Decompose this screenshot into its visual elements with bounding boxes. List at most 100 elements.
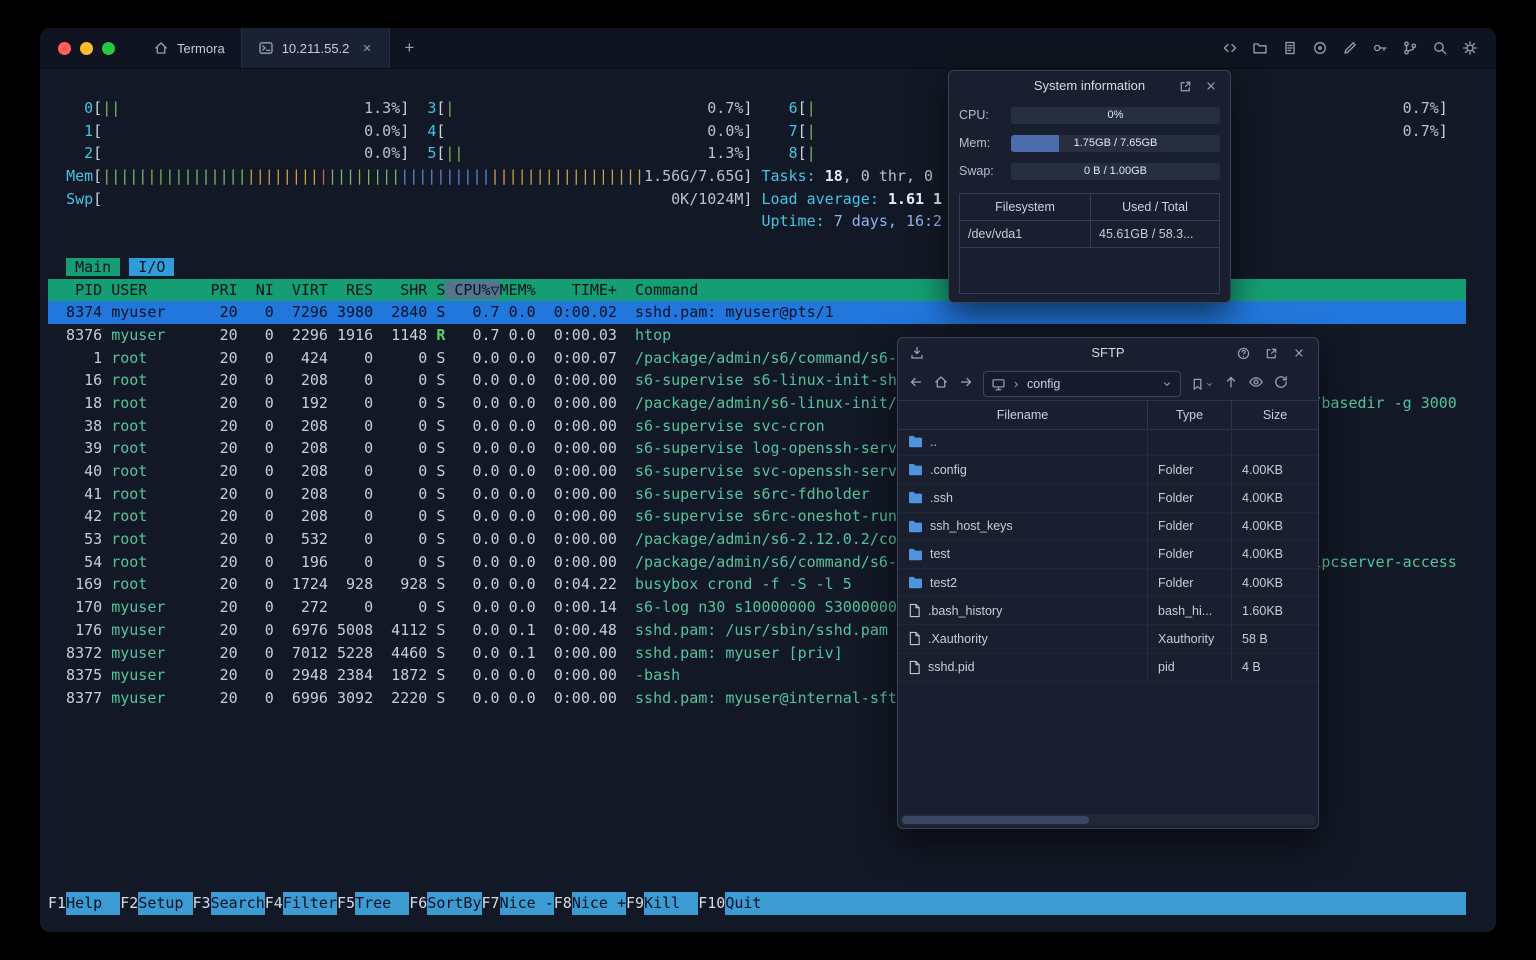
close-icon[interactable] (1202, 77, 1220, 95)
file-type: Folder (1148, 456, 1232, 484)
zoom-window-button[interactable] (102, 41, 115, 55)
bookmark-icon[interactable] (1190, 377, 1214, 392)
file-name: .bash_history (928, 603, 1003, 618)
file-name: test2 (930, 575, 958, 590)
fkey-label[interactable]: Nice + (571, 892, 626, 915)
branch-icon[interactable] (1398, 36, 1422, 60)
fkey-label[interactable]: SortBy (427, 892, 482, 915)
scrollbar-thumb[interactable] (902, 816, 1090, 824)
folder-icon (908, 435, 923, 448)
settings-icon[interactable] (1458, 36, 1482, 60)
minimize-window-button[interactable] (80, 41, 93, 55)
swap-label: Swap: (959, 164, 994, 178)
file-size: 4.00KB (1242, 575, 1284, 590)
file-name: .Xauthority (928, 631, 988, 646)
file-icon (908, 660, 921, 675)
fkey-label[interactable]: Tree (355, 892, 410, 915)
col-type[interactable]: Type (1148, 401, 1232, 429)
mem-bar: 1.75GB / 7.65GB (1011, 135, 1220, 152)
key-icon[interactable] (1368, 36, 1392, 60)
new-tab-button[interactable]: + (390, 28, 428, 68)
sftp-file-row[interactable]: test Folder 4.00KB (898, 540, 1318, 569)
close-icon[interactable] (1290, 344, 1308, 362)
path-bar[interactable]: config (983, 371, 1181, 397)
sftp-table-header: Filename Type Size (898, 400, 1318, 430)
file-size: 4.00KB (1242, 519, 1284, 534)
panel-title: SFTP (1091, 344, 1125, 360)
swap-bar: 0 B / 1.00GB (1011, 163, 1220, 180)
fkey: F6 (409, 894, 428, 912)
pencil-icon[interactable] (1338, 36, 1362, 60)
file-type: Folder (1148, 512, 1232, 540)
search-icon[interactable] (1428, 36, 1452, 60)
chevron-down-icon[interactable] (1161, 378, 1173, 390)
sftp-file-row[interactable]: sshd.pid pid 4 B (898, 653, 1318, 682)
eye-icon[interactable] (1248, 374, 1264, 395)
sftp-file-row[interactable]: .Xauthority Xauthority 58 B (898, 625, 1318, 654)
desktop: { "colors":{ "term_bg":"#131826","chrome… (0, 0, 1536, 960)
notes-icon[interactable] (1278, 36, 1302, 60)
cpu-bar: 0% (1011, 107, 1220, 124)
sftp-file-row[interactable]: .. (898, 428, 1318, 457)
fkey-label[interactable]: Nice - (499, 892, 554, 915)
file-type: bash_hi... (1148, 597, 1232, 625)
tab-termora-home[interactable]: Termora (137, 28, 241, 68)
fkey-label[interactable]: Search (210, 892, 265, 915)
sftp-file-list: .. .config Folder 4.00KB .ssh Folder 4.00KB ssh… (898, 428, 1318, 682)
up-directory-icon[interactable] (1223, 374, 1239, 395)
terminal-line: Main I/O (66, 257, 175, 276)
fkey: F1 (48, 894, 67, 912)
fs-used: 45.61GB / 58.3... (1099, 227, 1194, 241)
file-type (1148, 428, 1232, 456)
sftp-file-row[interactable]: .bash_history bash_hi... 1.60KB (898, 597, 1318, 626)
download-icon[interactable] (908, 344, 926, 362)
fkey: F7 (481, 894, 500, 912)
process-table-header: PID USER PRI NI VIRT RES SHR S CPU%▽MEM%… (48, 278, 1466, 302)
folder-icon[interactable] (1248, 36, 1272, 60)
fkey-label[interactable]: Help (66, 892, 121, 915)
file-size: 4 B (1242, 660, 1261, 675)
fkey-label[interactable]: Kill (644, 892, 699, 915)
help-icon[interactable] (1234, 344, 1252, 362)
back-icon[interactable] (908, 374, 924, 395)
col-size[interactable]: Size (1232, 401, 1318, 429)
refresh-icon[interactable] (1273, 374, 1289, 395)
sftp-file-row[interactable]: test2 Folder 4.00KB (898, 568, 1318, 598)
close-window-button[interactable] (58, 41, 71, 55)
fkey: F2 (120, 894, 139, 912)
cpu-label: CPU: (959, 108, 989, 122)
horizontal-scrollbar[interactable] (900, 814, 1316, 826)
forward-icon[interactable] (958, 374, 974, 395)
folder-icon (908, 520, 923, 533)
sftp-panel: SFTP config Filename Type Size .. .confi… (897, 337, 1319, 829)
home-tab-label: Termora (177, 40, 225, 56)
code-icon[interactable] (1218, 36, 1242, 60)
window-toolbar (1218, 28, 1496, 68)
folder-icon (908, 548, 923, 561)
fkey-label[interactable]: Setup (138, 892, 193, 915)
record-icon[interactable] (1308, 36, 1332, 60)
fkey-label[interactable]: Quit (725, 892, 780, 915)
fkey-label[interactable]: Filter (282, 892, 337, 915)
open-external-icon[interactable] (1262, 344, 1280, 362)
sftp-file-row[interactable]: .ssh Folder 4.00KB (898, 484, 1318, 513)
open-external-icon[interactable] (1176, 77, 1194, 95)
computer-icon (992, 378, 1005, 390)
fkey: F4 (264, 894, 283, 912)
home-icon (155, 42, 167, 54)
process-row[interactable]: 8374 myuser 20 0 7296 3980 2840 S 0.7 0.… (48, 301, 1466, 324)
app-window: Termora 10.211.55.2 + 0[|| 1.3%] 3[| 0.7… (40, 28, 1496, 932)
tab-ssh-session[interactable]: 10.211.55.2 (240, 28, 391, 68)
traffic-lights (40, 28, 137, 68)
filesystem-row[interactable]: /dev/vda1 45.61GB / 58.3... (960, 221, 1219, 248)
sftp-file-row[interactable]: .config Folder 4.00KB (898, 456, 1318, 485)
close-tab-icon[interactable] (361, 42, 373, 54)
file-icon (908, 603, 921, 618)
col-filename[interactable]: Filename (898, 401, 1148, 429)
home-icon[interactable] (933, 374, 949, 395)
file-type: Folder (1148, 484, 1232, 512)
terminal-line: Mem[||||||||||||||||||||||||||||||||||||… (66, 167, 943, 186)
sftp-toolbar: config (898, 368, 1318, 400)
sftp-file-row[interactable]: ssh_host_keys Folder 4.00KB (898, 512, 1318, 541)
